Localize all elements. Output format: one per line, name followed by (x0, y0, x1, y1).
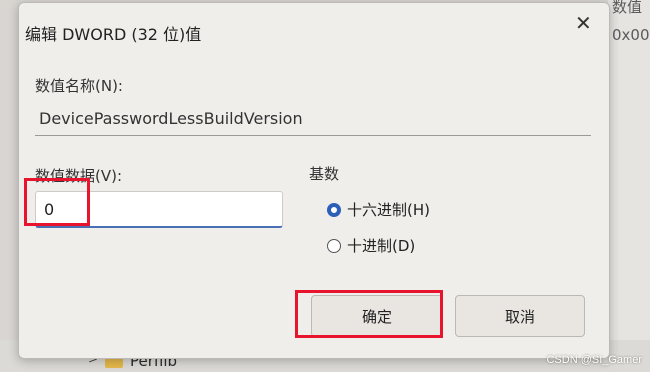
radio-decimal[interactable]: 十进制(D) (327, 235, 415, 256)
radio-checked-icon (327, 202, 341, 217)
cancel-button-label: 取消 (504, 307, 535, 326)
value-name-label: 数值名称(N): (35, 77, 123, 95)
radio-hexadecimal-label: 十六进制(H) (347, 201, 430, 219)
watermark: CSDN @SI_Gamer (546, 354, 642, 366)
cancel-button[interactable]: 取消 (455, 295, 585, 337)
radio-decimal-label: 十进制(D) (347, 237, 416, 255)
background-value-text: 0x00 (612, 26, 650, 44)
base-label: 基数 (309, 165, 340, 183)
value-name-field: DevicePasswordLessBuildVersion (35, 101, 591, 136)
radio-unchecked-icon (327, 238, 341, 253)
background-window-edge (608, 0, 650, 372)
radio-hexadecimal[interactable]: 十六进制(H) (327, 199, 430, 220)
highlight-value-data (24, 178, 90, 226)
base-group: 基数 十六进制(H) 十进制(D) (301, 165, 599, 275)
background-column-header: 数值 (612, 0, 643, 16)
dialog-title: 编辑 DWORD (32 位)值 (25, 25, 202, 44)
close-icon[interactable]: ✕ (575, 11, 592, 35)
value-name-text: DevicePasswordLessBuildVersion (39, 109, 303, 128)
highlight-ok-button (295, 290, 443, 338)
